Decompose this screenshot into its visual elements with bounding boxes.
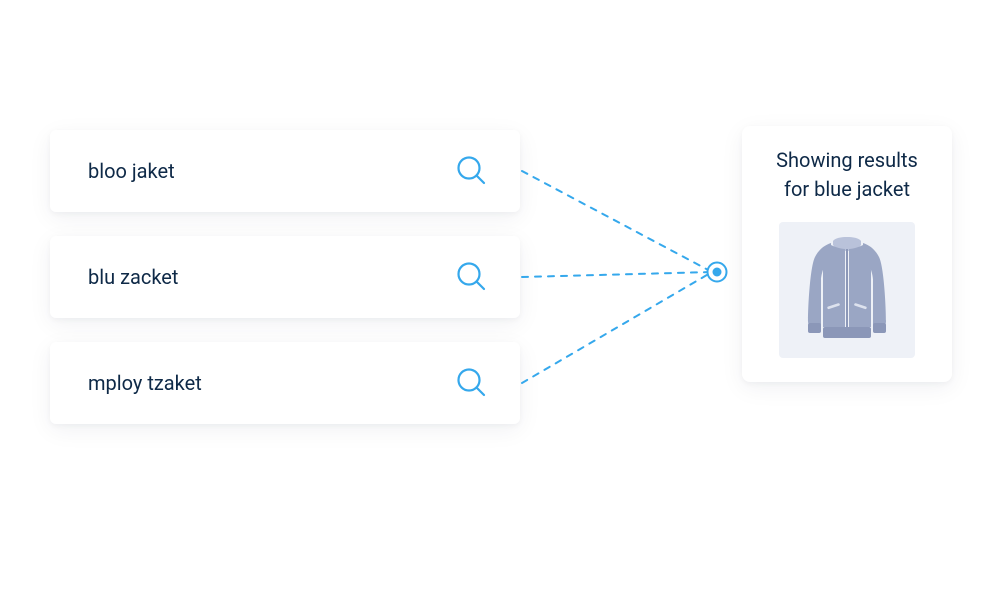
jacket-icon bbox=[797, 235, 897, 345]
result-card: Showing results for blue jacket bbox=[742, 126, 952, 382]
search-box: blu zacket bbox=[50, 236, 520, 318]
connection-lines bbox=[520, 130, 720, 430]
search-icon bbox=[454, 365, 490, 401]
search-box: bloo jaket bbox=[50, 130, 520, 212]
search-icon bbox=[454, 259, 490, 295]
result-heading-line1: Showing results bbox=[776, 148, 918, 172]
search-box: mploy tzaket bbox=[50, 342, 520, 424]
search-query-text: mploy tzaket bbox=[88, 371, 202, 395]
result-heading: Showing results for blue jacket bbox=[760, 146, 934, 204]
search-boxes-column: bloo jaket blu zacket mploy tzaket bbox=[50, 130, 520, 424]
search-query-text: bloo jaket bbox=[88, 159, 175, 183]
product-thumbnail bbox=[779, 222, 915, 358]
search-query-text: blu zacket bbox=[88, 265, 178, 289]
convergence-node-icon bbox=[706, 261, 728, 283]
search-icon bbox=[454, 153, 490, 189]
result-heading-line2: for blue jacket bbox=[784, 177, 910, 201]
